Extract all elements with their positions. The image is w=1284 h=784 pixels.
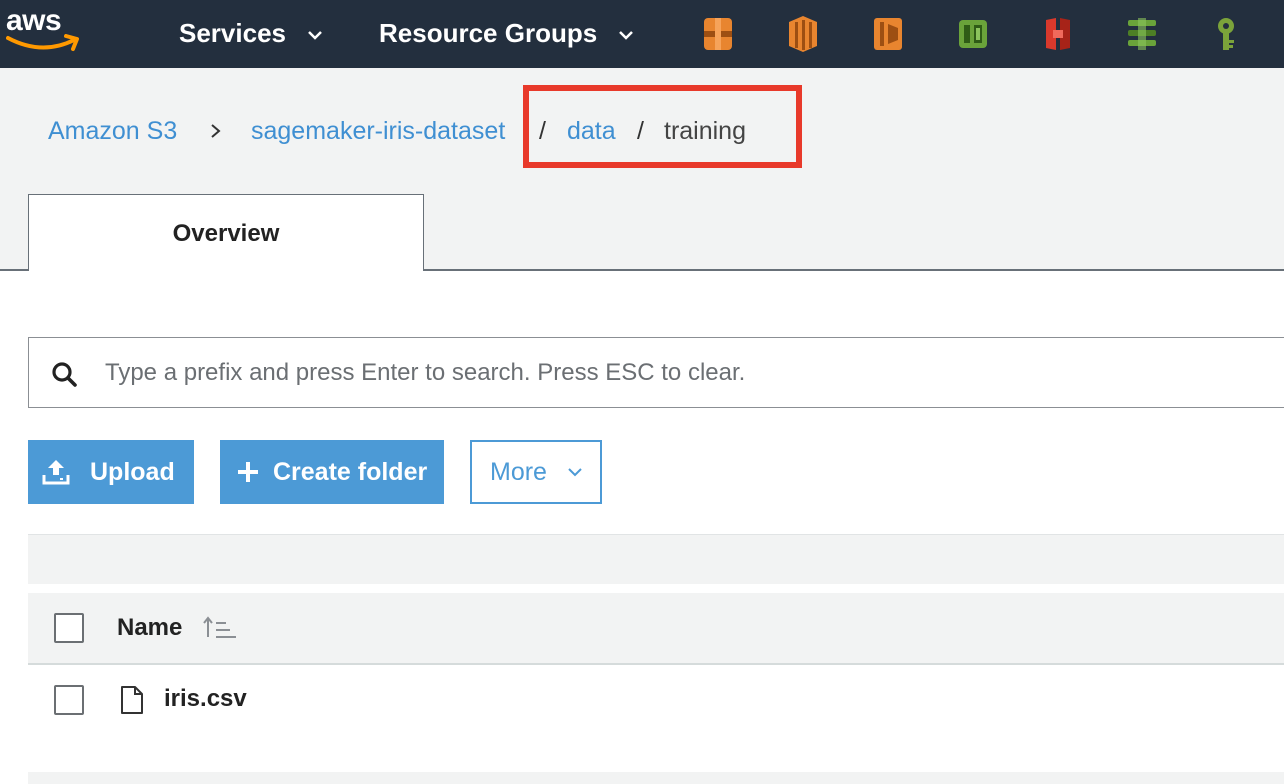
upload-button-label: Upload	[90, 458, 175, 486]
aws-logo-text: aws	[6, 4, 62, 37]
breadcrumb-amazon-s3[interactable]: Amazon S3	[48, 113, 177, 149]
aws-smile-icon	[6, 34, 79, 51]
table-footer	[28, 772, 1284, 784]
aws-logo[interactable]: aws	[6, 4, 84, 60]
sort-ascending-icon[interactable]	[202, 615, 238, 641]
search-bar[interactable]	[28, 337, 1284, 408]
upload-icon	[42, 460, 70, 485]
highlight-annotation-box	[523, 85, 802, 168]
chevron-down-icon	[568, 468, 582, 477]
codedeploy-icon[interactable]	[1040, 14, 1076, 54]
breadcrumb-bucket[interactable]: sagemaker-iris-dataset	[251, 113, 505, 149]
search-input[interactable]	[105, 350, 1205, 396]
create-folder-button[interactable]: Create folder	[220, 440, 444, 504]
resource-groups-menu-label: Resource Groups	[379, 18, 598, 48]
more-actions-button[interactable]: More	[470, 440, 602, 504]
file-icon	[121, 686, 143, 714]
row-checkbox[interactable]	[54, 685, 84, 715]
plus-icon	[238, 462, 258, 482]
top-navigation-bar: aws Services Resource Groups	[0, 0, 1284, 68]
more-actions-button-label: More	[490, 458, 547, 486]
table-toolbar	[28, 534, 1284, 584]
chevron-down-icon	[619, 31, 634, 40]
upload-button[interactable]: Upload	[28, 440, 194, 504]
create-folder-button-label: Create folder	[273, 458, 428, 486]
search-icon	[52, 362, 77, 387]
ec2-instance-icon[interactable]	[785, 14, 821, 54]
iam-key-icon[interactable]	[1208, 14, 1244, 54]
ecs-icon[interactable]	[870, 14, 906, 54]
elastic-beanstalk-icon[interactable]	[955, 14, 991, 54]
ec2-icon[interactable]	[700, 14, 736, 54]
services-menu-label: Services	[179, 18, 286, 48]
select-all-checkbox[interactable]	[54, 613, 84, 643]
column-header-name[interactable]: Name	[117, 613, 182, 643]
elasticache-icon[interactable]	[1124, 14, 1160, 54]
chevron-down-icon	[308, 31, 323, 40]
chevron-right-icon	[211, 124, 221, 138]
file-name-link[interactable]: iris.csv	[164, 684, 247, 714]
services-menu[interactable]: Services	[179, 16, 323, 50]
tab-overview[interactable]: Overview	[28, 194, 424, 271]
resource-groups-menu[interactable]: Resource Groups	[379, 16, 634, 50]
